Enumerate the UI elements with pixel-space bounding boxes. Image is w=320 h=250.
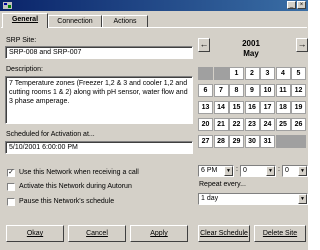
calendar-day[interactable]: 24 xyxy=(260,118,275,131)
calendar-day[interactable]: 15 xyxy=(229,101,244,114)
second-value: 0 xyxy=(285,167,289,174)
close-button[interactable]: × xyxy=(297,1,306,9)
calendar-day[interactable]: 16 xyxy=(244,101,260,114)
calendar-day[interactable]: 4 xyxy=(275,67,291,80)
arrow-left-icon: ← xyxy=(199,39,209,49)
title-bar[interactable]: _ × xyxy=(0,0,308,11)
scheduled-value: 5/10/2001 6:00:00 PM xyxy=(9,144,78,151)
use-network-checkbox[interactable]: ✓ xyxy=(7,169,15,177)
pause-label: Pause this Network's schedule xyxy=(19,198,115,205)
scheduled-input[interactable]: 5/10/2001 6:00:00 PM xyxy=(5,141,193,154)
tab-general-label: General xyxy=(11,16,39,23)
tab-general[interactable]: General xyxy=(2,13,48,28)
srp-site-label: SRP Site: xyxy=(6,37,37,44)
chevron-down-icon[interactable]: ▼ xyxy=(266,166,275,176)
chevron-down-icon[interactable]: ▼ xyxy=(298,194,307,204)
use-network-label: Use this Network when receiving a call xyxy=(19,169,139,176)
tab-strip: General Connection Actions xyxy=(0,13,308,28)
calendar-year: 2001 xyxy=(242,39,260,48)
repeat-select[interactable]: 1 day ▼ xyxy=(198,193,308,205)
apply-label: Apply xyxy=(150,230,168,237)
autorun-label: Activate this Network during Autorun xyxy=(19,183,132,190)
tab-connection[interactable]: Connection xyxy=(48,15,102,27)
chevron-down-icon[interactable]: ▼ xyxy=(298,166,307,176)
pause-checkbox[interactable] xyxy=(7,198,15,206)
calendar-day[interactable]: 17 xyxy=(260,101,275,114)
next-month-button[interactable]: → xyxy=(296,38,308,52)
calendar-empty-cell xyxy=(198,67,213,80)
time-separator: : xyxy=(236,166,238,173)
dialog-window: _ × General Connection Actions SRP Site:… xyxy=(0,0,308,250)
minute-select[interactable]: 0 ▼ xyxy=(240,165,276,177)
calendar-day[interactable]: 28 xyxy=(213,135,229,148)
calendar-day[interactable]: 9 xyxy=(244,84,260,97)
calendar-day[interactable]: 20 xyxy=(198,118,213,131)
tab-actions[interactable]: Actions xyxy=(102,15,148,27)
repeat-value: 1 day xyxy=(201,195,219,202)
time-separator: : xyxy=(278,166,280,173)
clear-schedule-label: Clear Schedule xyxy=(200,230,248,237)
calendar-empty-cell xyxy=(291,135,306,148)
description-textarea[interactable]: 7 Temperature zones (Freezer 1,2 & 3 and… xyxy=(5,76,193,124)
calendar-day[interactable]: 3 xyxy=(260,67,275,80)
tab-connection-label: Connection xyxy=(57,18,93,25)
minute-value: 0 xyxy=(243,167,247,174)
delete-site-button[interactable]: Delete Site xyxy=(254,225,306,242)
chevron-down-icon[interactable]: ▼ xyxy=(224,166,233,176)
calendar-day[interactable]: 29 xyxy=(229,135,244,148)
description-label: Description: xyxy=(6,66,43,73)
calendar-empty-cell xyxy=(213,67,229,80)
repeat-label: Repeat every... xyxy=(199,181,246,188)
calendar-day[interactable]: 31 xyxy=(260,135,275,148)
tab-actions-label: Actions xyxy=(113,18,137,25)
delete-site-label: Delete Site xyxy=(262,230,298,237)
okay-button[interactable]: Okay xyxy=(6,225,64,242)
calendar-day[interactable]: 30 xyxy=(244,135,260,148)
calendar-day[interactable]: 8 xyxy=(229,84,244,97)
prev-month-button[interactable]: ← xyxy=(198,38,210,52)
app-icon xyxy=(3,2,12,9)
minimize-button[interactable]: _ xyxy=(287,1,296,9)
calendar-empty-cell xyxy=(275,135,291,148)
okay-label: Okay xyxy=(26,230,44,237)
calendar-day[interactable]: 14 xyxy=(213,101,229,114)
calendar-day[interactable]: 6 xyxy=(198,84,213,97)
calendar-day[interactable]: 11 xyxy=(275,84,291,97)
autorun-checkbox[interactable] xyxy=(7,183,15,191)
description-value: 7 Temperature zones (Freezer 1,2 & 3 and… xyxy=(9,80,188,105)
calendar-day[interactable]: 13 xyxy=(198,101,213,114)
calendar-day[interactable]: 18 xyxy=(275,101,291,114)
cancel-label: Cancel xyxy=(86,230,108,237)
calendar-day[interactable]: 25 xyxy=(275,118,291,131)
calendar-day[interactable]: 5 xyxy=(291,67,306,80)
calendar-day[interactable]: 10 xyxy=(260,84,275,97)
calendar-day[interactable]: 12 xyxy=(291,84,306,97)
hour-select[interactable]: 6 PM ▼ xyxy=(198,165,234,177)
calendar-day[interactable]: 22 xyxy=(229,118,244,131)
calendar-day[interactable]: 1 xyxy=(229,67,244,80)
scheduled-label: Scheduled for Activation at... xyxy=(6,131,95,138)
calendar-day[interactable]: 23 xyxy=(244,118,260,131)
hour-value: 6 PM xyxy=(201,167,218,174)
calendar-day[interactable]: 2 xyxy=(244,67,260,80)
cancel-button[interactable]: Cancel xyxy=(68,225,126,242)
clear-schedule-button[interactable]: Clear Schedule xyxy=(198,225,250,242)
calendar-day[interactable]: 27 xyxy=(198,135,213,148)
calendar-day[interactable]: 26 xyxy=(291,118,306,131)
calendar-day[interactable]: 21 xyxy=(213,118,229,131)
calendar-day[interactable]: 19 xyxy=(291,101,306,114)
second-select[interactable]: 0 ▼ xyxy=(282,165,308,177)
srp-site-value: SRP-008 and SRP-007 xyxy=(9,49,82,56)
arrow-right-icon: → xyxy=(297,39,307,49)
srp-site-input[interactable]: SRP-008 and SRP-007 xyxy=(5,46,193,59)
calendar-day[interactable]: 7 xyxy=(213,84,229,97)
apply-button[interactable]: Apply xyxy=(130,225,188,242)
calendar-month: May xyxy=(243,49,259,58)
